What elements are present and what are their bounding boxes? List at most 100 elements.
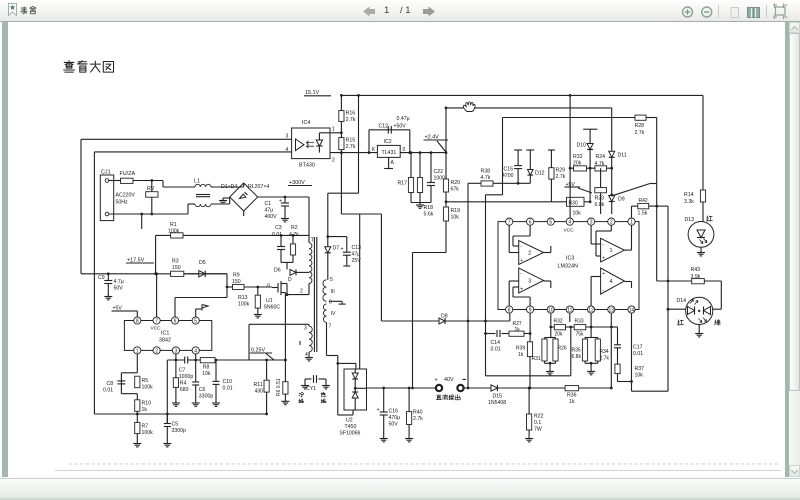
svg-text:D10: D10 (577, 143, 587, 149)
svg-text:C6: C6 (199, 387, 206, 393)
svg-text:3842: 3842 (159, 338, 171, 344)
svg-text:IC2: IC2 (384, 139, 392, 145)
svg-text:14: 14 (629, 307, 635, 313)
svg-text:FU/ZA: FU/ZA (120, 171, 136, 177)
svg-text:R43: R43 (691, 267, 701, 273)
svg-text:TL431: TL431 (382, 150, 397, 156)
svg-text:C8: C8 (107, 381, 114, 387)
svg-text:R1: R1 (170, 222, 177, 228)
svg-text:1k: 1k (518, 352, 524, 358)
svg-text:1k: 1k (142, 407, 148, 413)
svg-text:67k: 67k (451, 187, 460, 193)
svg-text:R22: R22 (534, 414, 544, 420)
svg-text:100k: 100k (142, 430, 154, 436)
svg-text:5.6k: 5.6k (424, 212, 434, 218)
svg-text:0.01: 0.01 (223, 386, 233, 392)
svg-text:5: 5 (330, 277, 333, 283)
svg-text:C7: C7 (179, 368, 186, 374)
svg-text:3: 3 (590, 220, 593, 226)
svg-text:C16: C16 (389, 409, 399, 415)
svg-text:4: 4 (194, 348, 197, 354)
svg-text:+: + (602, 256, 605, 262)
svg-text:2: 2 (155, 348, 158, 354)
svg-text:R39: R39 (516, 346, 525, 352)
svg-text:C14: C14 (491, 340, 501, 346)
svg-text:R23: R23 (595, 196, 605, 202)
svg-text:2.7k: 2.7k (413, 416, 423, 422)
svg-text:+: + (520, 258, 523, 264)
svg-text:D9: D9 (618, 197, 625, 203)
svg-text:R32: R32 (554, 319, 563, 325)
svg-text:R2: R2 (291, 225, 298, 231)
svg-text:75k: 75k (576, 332, 585, 338)
svg-text:R6 0.51: R6 0.51 (276, 378, 282, 396)
svg-text:1: 1 (136, 348, 139, 354)
svg-text:R14: R14 (684, 192, 694, 198)
svg-text:D13: D13 (685, 217, 695, 223)
svg-text:8: 8 (136, 318, 139, 324)
svg-text:3300p: 3300p (172, 428, 187, 434)
svg-text:R7: R7 (142, 424, 149, 430)
svg-text:1k: 1k (569, 399, 575, 405)
svg-text:R27: R27 (513, 321, 522, 327)
svg-text:R13: R13 (238, 295, 248, 301)
svg-text:D1~D4: D1~D4 (221, 184, 237, 190)
svg-text:III: III (331, 289, 335, 295)
svg-text:D14: D14 (677, 298, 687, 304)
svg-text:G: G (267, 284, 271, 290)
svg-text:R32: R32 (573, 154, 583, 160)
svg-text:50V: 50V (114, 286, 124, 292)
svg-text:R17: R17 (398, 181, 408, 187)
svg-text:4: 4 (286, 147, 289, 153)
svg-text:1000p: 1000p (179, 374, 194, 380)
svg-text:D11: D11 (618, 153, 627, 159)
svg-text:400V: 400V (265, 214, 278, 220)
svg-text:C9: C9 (98, 275, 105, 281)
svg-text:47μ: 47μ (265, 208, 274, 214)
svg-text:C15: C15 (504, 167, 514, 173)
svg-text:R11: R11 (254, 382, 263, 388)
svg-text:R16: R16 (346, 111, 356, 117)
svg-text:100k: 100k (238, 302, 250, 308)
svg-text:C5: C5 (172, 422, 179, 428)
svg-text:3: 3 (175, 348, 178, 354)
svg-text:4: 4 (568, 220, 571, 226)
svg-text:50Hz: 50Hz (116, 200, 129, 206)
svg-text:D15: D15 (493, 394, 503, 400)
svg-text:15.1V: 15.1V (305, 90, 319, 96)
svg-text:RL207×4: RL207×4 (248, 184, 269, 190)
svg-text:0.47μ: 0.47μ (397, 116, 410, 122)
svg-text:3: 3 (528, 278, 531, 284)
svg-text:0.1: 0.1 (534, 420, 541, 426)
svg-text:3: 3 (304, 326, 307, 332)
svg-text:R3: R3 (172, 259, 179, 265)
svg-text:R18: R18 (424, 205, 434, 211)
svg-text:R34: R34 (600, 349, 609, 355)
svg-text:R15: R15 (346, 138, 356, 144)
svg-text:R35: R35 (572, 348, 581, 354)
svg-text:+: + (520, 286, 523, 292)
svg-text:100k: 100k (142, 385, 154, 391)
svg-text:1: 1 (610, 248, 613, 254)
svg-text:4.7k: 4.7k (481, 175, 491, 181)
svg-text:R9: R9 (233, 273, 240, 279)
svg-text:2: 2 (610, 220, 613, 226)
svg-text:47μ: 47μ (352, 252, 361, 258)
svg-text:13: 13 (609, 307, 615, 313)
svg-text:2.7k: 2.7k (556, 174, 566, 180)
svg-text:3: 3 (286, 134, 289, 140)
svg-text:SF10066: SF10066 (339, 431, 360, 437)
svg-text:C17: C17 (633, 345, 643, 351)
svg-text:R36: R36 (567, 393, 577, 399)
svg-text:4: 4 (610, 279, 613, 285)
svg-text:+: + (377, 407, 380, 413)
svg-text:D: D (288, 277, 292, 283)
svg-text:1N5408: 1N5408 (488, 400, 506, 406)
svg-text:IC4: IC4 (302, 120, 310, 126)
svg-text:R40: R40 (413, 410, 423, 416)
svg-text:II: II (299, 341, 302, 347)
svg-text:1.5k: 1.5k (638, 211, 648, 217)
svg-text:4.7k: 4.7k (289, 232, 299, 238)
svg-text:BT430: BT430 (299, 163, 315, 169)
svg-text:VCC: VCC (564, 228, 575, 234)
